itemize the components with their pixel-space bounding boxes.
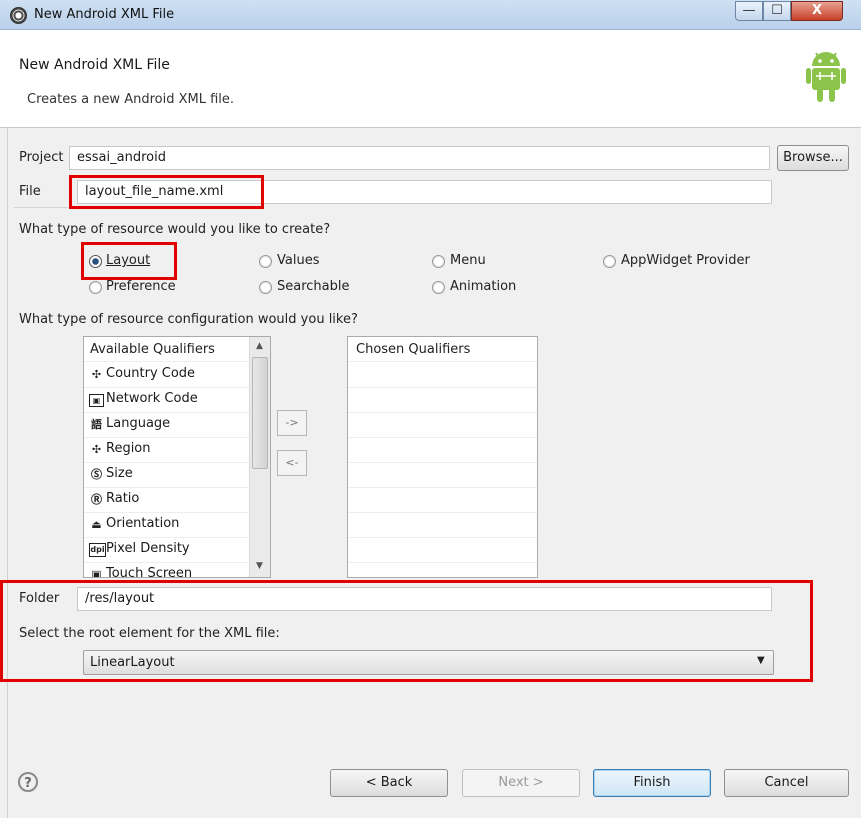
close-button[interactable]: X <box>791 1 843 21</box>
qualifiers-scrollbar[interactable]: ▲ ▼ <box>249 337 270 577</box>
empty-row <box>348 513 537 538</box>
country-code-icon: ✣ <box>91 368 102 381</box>
searchable-radio-label[interactable]: Searchable <box>277 279 350 294</box>
finish-button[interactable]: Finish <box>593 769 711 797</box>
scrollbar-thumb[interactable] <box>252 357 268 469</box>
size-icon: Ⓢ <box>91 468 102 481</box>
list-item[interactable]: ▣ Network Code <box>84 388 249 413</box>
available-qualifiers-title: Available Qualifiers <box>90 342 215 357</box>
file-name-input[interactable]: layout_file_name.xml <box>77 180 772 204</box>
empty-row <box>348 363 537 388</box>
qualifier-label: Language <box>106 416 171 431</box>
folder-label: Folder <box>19 591 60 606</box>
list-item[interactable]: ⏏ Orientation <box>84 513 249 538</box>
root-element-label: Select the root element for the XML file… <box>19 626 280 641</box>
list-item[interactable]: Ⓢ Size <box>84 463 249 488</box>
page-description: Creates a new Android XML file. <box>27 92 235 107</box>
scroll-down-icon[interactable]: ▼ <box>256 561 263 571</box>
menu-radio[interactable] <box>432 255 445 268</box>
animation-radio[interactable] <box>432 281 445 294</box>
chevron-down-icon: ▼ <box>757 655 765 666</box>
android-robot-icon <box>806 52 846 102</box>
add-qualifier-button[interactable]: -> <box>277 410 307 436</box>
empty-row <box>348 438 537 463</box>
empty-row <box>348 463 537 488</box>
preference-radio[interactable] <box>89 281 102 294</box>
scroll-up-icon[interactable]: ▲ <box>256 341 263 351</box>
qualifier-label: Touch Screen <box>106 566 193 578</box>
maximize-button[interactable]: ☐ <box>763 1 791 21</box>
project-label: Project <box>19 150 64 165</box>
qualifier-label: Country Code <box>106 366 196 381</box>
minimize-button[interactable]: — <box>735 1 763 21</box>
ratio-icon: Ⓡ <box>91 493 102 506</box>
empty-row <box>348 488 537 513</box>
folder-input[interactable]: /res/layout <box>77 587 772 611</box>
searchable-radio[interactable] <box>259 281 272 294</box>
resource-type-question: What type of resource would you like to … <box>19 222 331 237</box>
available-qualifiers-header: Available Qualifiers <box>84 337 249 362</box>
chosen-qualifiers-list[interactable]: Chosen Qualifiers <box>347 336 538 578</box>
list-item[interactable]: dpi Pixel Density <box>84 538 249 563</box>
chosen-qualifiers-header: Chosen Qualifiers <box>348 337 537 362</box>
empty-row <box>348 413 537 438</box>
values-radio-label[interactable]: Values <box>277 253 319 268</box>
qualifier-label: Ratio <box>106 491 140 506</box>
available-qualifiers-list[interactable]: Available Qualifiers ✣ Country Code ▣ Ne… <box>83 336 271 578</box>
root-element-value: LinearLayout <box>90 655 175 670</box>
configuration-question: What type of resource configuration woul… <box>19 312 358 327</box>
list-item[interactable]: Ⓡ Ratio <box>84 488 249 513</box>
help-icon[interactable]: ? <box>18 772 38 792</box>
cancel-button[interactable]: Cancel <box>724 769 849 797</box>
animation-radio-label[interactable]: Animation <box>450 279 516 294</box>
appwidget-radio[interactable] <box>603 255 616 268</box>
pixel-density-icon: dpi <box>89 543 106 557</box>
window-title: New Android XML File <box>34 7 175 22</box>
qualifier-label: Size <box>106 466 133 481</box>
back-button[interactable]: < Back <box>330 769 448 797</box>
region-icon: ✣ <box>91 443 102 456</box>
list-item[interactable]: ✣ Country Code <box>84 363 249 388</box>
project-input[interactable]: essai_android <box>69 146 770 170</box>
preference-radio-label[interactable]: Preference <box>106 279 176 294</box>
network-code-icon: ▣ <box>89 394 104 407</box>
list-item[interactable]: ✣ Region <box>84 438 249 463</box>
menu-radio-label[interactable]: Menu <box>450 253 486 268</box>
page-title: New Android XML File <box>19 57 170 73</box>
qualifier-label: Orientation <box>106 516 180 531</box>
qualifier-label: Pixel Density <box>106 541 190 556</box>
chosen-qualifiers-title: Chosen Qualifiers <box>356 342 471 357</box>
layout-radio-label[interactable]: Layout <box>106 253 150 268</box>
layout-radio[interactable] <box>89 255 102 268</box>
list-item[interactable]: 語 Language <box>84 413 249 438</box>
empty-row <box>348 388 537 413</box>
file-label: File <box>19 184 41 199</box>
eclipse-app-icon <box>10 7 27 24</box>
values-radio[interactable] <box>259 255 272 268</box>
qualifier-label: Region <box>106 441 151 456</box>
remove-qualifier-button[interactable]: <- <box>277 450 307 476</box>
left-edge-line <box>7 128 8 818</box>
empty-row <box>348 538 537 563</box>
next-button[interactable]: Next > <box>462 769 580 797</box>
touch-screen-icon: ▣ <box>91 568 102 578</box>
file-divider <box>14 207 68 208</box>
root-element-dropdown[interactable]: LinearLayout ▼ <box>83 650 774 675</box>
wizard-header <box>0 30 861 128</box>
browse-button[interactable]: Browse... <box>777 145 849 171</box>
appwidget-radio-label[interactable]: AppWidget Provider <box>621 253 750 268</box>
qualifier-label: Network Code <box>106 391 198 406</box>
orientation-icon: ⏏ <box>91 518 102 531</box>
list-item[interactable]: ▣ Touch Screen <box>84 563 249 578</box>
language-icon: 語 <box>91 418 102 431</box>
